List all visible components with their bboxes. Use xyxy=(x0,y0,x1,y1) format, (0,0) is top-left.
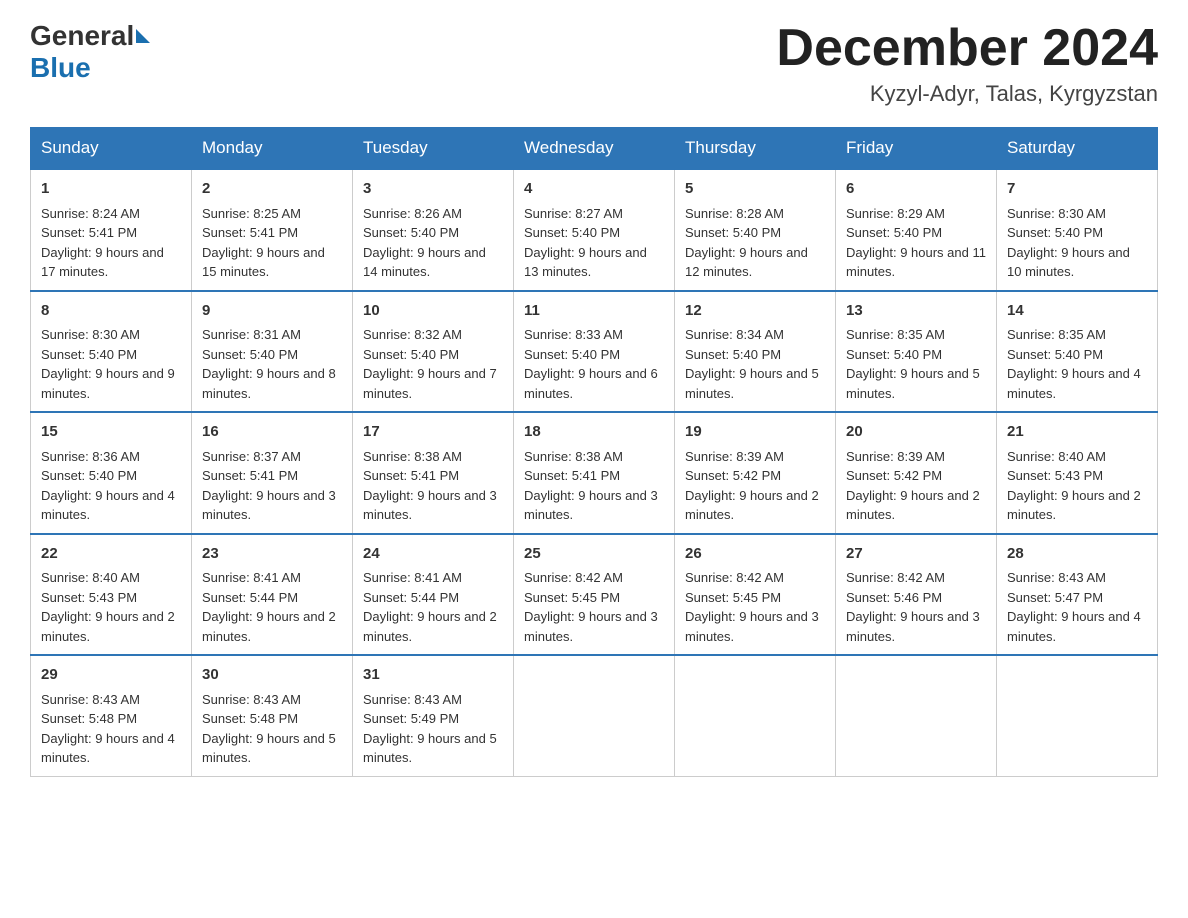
calendar-day-cell: 6Sunrise: 8:29 AMSunset: 5:40 PMDaylight… xyxy=(836,169,997,291)
day-number: 2 xyxy=(202,178,342,201)
calendar-day-cell: 5Sunrise: 8:28 AMSunset: 5:40 PMDaylight… xyxy=(675,169,836,291)
day-number: 9 xyxy=(202,300,342,323)
day-number: 22 xyxy=(41,543,181,566)
calendar-day-cell: 29Sunrise: 8:43 AMSunset: 5:48 PMDayligh… xyxy=(31,655,192,776)
calendar-day-cell xyxy=(514,655,675,776)
logo-triangle-icon xyxy=(136,29,150,43)
title-block: December 2024 Kyzyl-Adyr, Talas, Kyrgyzs… xyxy=(776,20,1158,107)
day-number: 15 xyxy=(41,421,181,444)
calendar-day-cell: 19Sunrise: 8:39 AMSunset: 5:42 PMDayligh… xyxy=(675,412,836,534)
day-number: 14 xyxy=(1007,300,1147,323)
calendar-table: SundayMondayTuesdayWednesdayThursdayFrid… xyxy=(30,127,1158,777)
calendar-day-cell: 12Sunrise: 8:34 AMSunset: 5:40 PMDayligh… xyxy=(675,291,836,413)
day-number: 11 xyxy=(524,300,664,323)
day-number: 4 xyxy=(524,178,664,201)
day-number: 27 xyxy=(846,543,986,566)
calendar-week-row: 15Sunrise: 8:36 AMSunset: 5:40 PMDayligh… xyxy=(31,412,1158,534)
day-number: 25 xyxy=(524,543,664,566)
day-number: 6 xyxy=(846,178,986,201)
day-number: 10 xyxy=(363,300,503,323)
day-of-week-header: Thursday xyxy=(675,128,836,170)
day-number: 16 xyxy=(202,421,342,444)
calendar-day-cell: 10Sunrise: 8:32 AMSunset: 5:40 PMDayligh… xyxy=(353,291,514,413)
calendar-day-cell: 27Sunrise: 8:42 AMSunset: 5:46 PMDayligh… xyxy=(836,534,997,656)
calendar-day-cell: 18Sunrise: 8:38 AMSunset: 5:41 PMDayligh… xyxy=(514,412,675,534)
calendar-day-cell: 7Sunrise: 8:30 AMSunset: 5:40 PMDaylight… xyxy=(997,169,1158,291)
day-number: 26 xyxy=(685,543,825,566)
calendar-day-cell xyxy=(997,655,1158,776)
day-number: 17 xyxy=(363,421,503,444)
calendar-day-cell: 26Sunrise: 8:42 AMSunset: 5:45 PMDayligh… xyxy=(675,534,836,656)
calendar-day-cell: 30Sunrise: 8:43 AMSunset: 5:48 PMDayligh… xyxy=(192,655,353,776)
day-number: 29 xyxy=(41,664,181,687)
calendar-week-row: 22Sunrise: 8:40 AMSunset: 5:43 PMDayligh… xyxy=(31,534,1158,656)
calendar-day-cell xyxy=(836,655,997,776)
day-of-week-header: Wednesday xyxy=(514,128,675,170)
calendar-day-cell: 4Sunrise: 8:27 AMSunset: 5:40 PMDaylight… xyxy=(514,169,675,291)
calendar-week-row: 29Sunrise: 8:43 AMSunset: 5:48 PMDayligh… xyxy=(31,655,1158,776)
calendar-day-cell: 21Sunrise: 8:40 AMSunset: 5:43 PMDayligh… xyxy=(997,412,1158,534)
day-number: 3 xyxy=(363,178,503,201)
calendar-day-cell: 15Sunrise: 8:36 AMSunset: 5:40 PMDayligh… xyxy=(31,412,192,534)
day-number: 18 xyxy=(524,421,664,444)
calendar-day-cell: 25Sunrise: 8:42 AMSunset: 5:45 PMDayligh… xyxy=(514,534,675,656)
month-title: December 2024 xyxy=(776,20,1158,77)
day-number: 31 xyxy=(363,664,503,687)
day-number: 20 xyxy=(846,421,986,444)
calendar-week-row: 8Sunrise: 8:30 AMSunset: 5:40 PMDaylight… xyxy=(31,291,1158,413)
day-number: 24 xyxy=(363,543,503,566)
logo-general-text: General xyxy=(30,20,150,52)
calendar-day-cell: 17Sunrise: 8:38 AMSunset: 5:41 PMDayligh… xyxy=(353,412,514,534)
calendar-day-cell: 31Sunrise: 8:43 AMSunset: 5:49 PMDayligh… xyxy=(353,655,514,776)
day-number: 23 xyxy=(202,543,342,566)
day-number: 5 xyxy=(685,178,825,201)
calendar-day-cell: 23Sunrise: 8:41 AMSunset: 5:44 PMDayligh… xyxy=(192,534,353,656)
day-of-week-header: Saturday xyxy=(997,128,1158,170)
calendar-day-cell: 13Sunrise: 8:35 AMSunset: 5:40 PMDayligh… xyxy=(836,291,997,413)
day-number: 19 xyxy=(685,421,825,444)
day-number: 21 xyxy=(1007,421,1147,444)
calendar-day-cell: 28Sunrise: 8:43 AMSunset: 5:47 PMDayligh… xyxy=(997,534,1158,656)
day-number: 28 xyxy=(1007,543,1147,566)
calendar-day-cell: 1Sunrise: 8:24 AMSunset: 5:41 PMDaylight… xyxy=(31,169,192,291)
calendar-day-cell: 16Sunrise: 8:37 AMSunset: 5:41 PMDayligh… xyxy=(192,412,353,534)
location-subtitle: Kyzyl-Adyr, Talas, Kyrgyzstan xyxy=(776,81,1158,107)
calendar-day-cell: 3Sunrise: 8:26 AMSunset: 5:40 PMDaylight… xyxy=(353,169,514,291)
day-of-week-header: Sunday xyxy=(31,128,192,170)
calendar-header-row: SundayMondayTuesdayWednesdayThursdayFrid… xyxy=(31,128,1158,170)
day-of-week-header: Monday xyxy=(192,128,353,170)
calendar-day-cell: 11Sunrise: 8:33 AMSunset: 5:40 PMDayligh… xyxy=(514,291,675,413)
day-number: 7 xyxy=(1007,178,1147,201)
logo: General Blue xyxy=(30,20,150,84)
calendar-week-row: 1Sunrise: 8:24 AMSunset: 5:41 PMDaylight… xyxy=(31,169,1158,291)
day-number: 13 xyxy=(846,300,986,323)
calendar-day-cell: 24Sunrise: 8:41 AMSunset: 5:44 PMDayligh… xyxy=(353,534,514,656)
page-header: General Blue December 2024 Kyzyl-Adyr, T… xyxy=(30,20,1158,107)
day-number: 1 xyxy=(41,178,181,201)
day-of-week-header: Tuesday xyxy=(353,128,514,170)
day-of-week-header: Friday xyxy=(836,128,997,170)
calendar-day-cell: 20Sunrise: 8:39 AMSunset: 5:42 PMDayligh… xyxy=(836,412,997,534)
calendar-day-cell xyxy=(675,655,836,776)
day-number: 8 xyxy=(41,300,181,323)
calendar-day-cell: 22Sunrise: 8:40 AMSunset: 5:43 PMDayligh… xyxy=(31,534,192,656)
calendar-day-cell: 2Sunrise: 8:25 AMSunset: 5:41 PMDaylight… xyxy=(192,169,353,291)
day-number: 30 xyxy=(202,664,342,687)
calendar-day-cell: 8Sunrise: 8:30 AMSunset: 5:40 PMDaylight… xyxy=(31,291,192,413)
day-number: 12 xyxy=(685,300,825,323)
calendar-day-cell: 14Sunrise: 8:35 AMSunset: 5:40 PMDayligh… xyxy=(997,291,1158,413)
calendar-day-cell: 9Sunrise: 8:31 AMSunset: 5:40 PMDaylight… xyxy=(192,291,353,413)
logo-blue-text: Blue xyxy=(30,52,150,84)
